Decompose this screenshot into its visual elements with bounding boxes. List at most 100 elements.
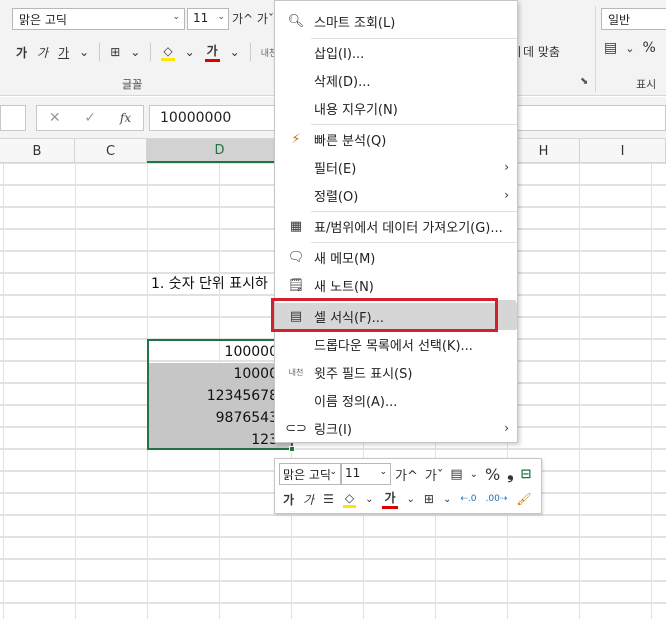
chevron-down-icon: ⌄ [379, 467, 387, 477]
context-menu: 🔍︎ 스마트 조회(L) 삽입(I)... 삭제(D)... 내용 지우기(N)… [274, 0, 518, 443]
font-name-box[interactable]: 맑은 고딕 ⌄ [12, 8, 185, 30]
divider [150, 43, 152, 61]
highlight-annotation-box [271, 298, 498, 332]
merge-center-label[interactable]: ㅔ데 맞춤 [512, 43, 560, 60]
menu-separator [311, 242, 517, 243]
menu-item-filter[interactable]: 필터(E) › [275, 154, 517, 180]
column-header-b[interactable]: B [0, 139, 75, 163]
formula-buttons: ✕ ✓ fx [36, 105, 144, 131]
font-size-box[interactable]: 11 ⌄ [187, 8, 229, 30]
mini-toolbar-row-2: 가 가 ☰ ◇ ⌄ 가 ⌄ ⊞ ⌄ ⇠.0 .00⇢ 🖌︎ [283, 489, 532, 509]
phonetic-icon: 내천 [288, 367, 304, 377]
dialog-launcher-icon[interactable]: ⬊ [580, 76, 588, 87]
menu-item-get-data-from-table[interactable]: ▦ 표/범위에서 데이터 가져오기(G)... [275, 213, 517, 239]
fill-color-icon[interactable]: ◇ [161, 44, 175, 61]
chevron-down-icon[interactable]: ⌄ [365, 494, 373, 505]
chevron-down-icon[interactable]: ⌄ [470, 469, 478, 480]
quick-analysis-icon: ⚡︎ [291, 131, 301, 147]
mini-font-name-box[interactable]: 맑은 고딕 ⌄ [279, 463, 341, 485]
menu-separator [311, 124, 517, 125]
chevron-right-icon: › [504, 188, 509, 202]
italic-button[interactable]: 가 [37, 44, 48, 61]
chevron-down-icon[interactable]: ⌄ [230, 45, 240, 59]
menu-item-link[interactable]: ⊂⊃ 링크(I) › [275, 415, 517, 441]
underline-button[interactable]: 가 [58, 44, 69, 61]
font-format-row: 가 가 가 ⌄ ⊞ ⌄ ◇ ⌄ 가 ⌄ 내천 [16, 42, 277, 62]
chevron-down-icon[interactable]: ⌄ [407, 494, 415, 505]
menu-item-define-name[interactable]: 이름 정의(A)... [275, 387, 517, 413]
percent-button[interactable]: % [485, 465, 500, 484]
mini-font-color-button[interactable]: 가 [382, 489, 398, 509]
grow-shrink-font-icon[interactable]: 가^ 가ˇ [232, 10, 274, 27]
insert-function-icon[interactable]: fx [120, 111, 131, 125]
increase-decimal-icon[interactable]: ⇠.0 [460, 494, 476, 504]
mini-toolbar-row-1: 가^ 가ˇ ▤ ⌄ % ❟ ⊟ [395, 464, 531, 484]
menu-item-new-comment[interactable]: 🗨︎ 새 메모(M) [275, 244, 517, 270]
accounting-format-icon[interactable]: ▤ [450, 467, 462, 482]
menu-separator [311, 211, 517, 212]
font-color-button[interactable]: 가 [204, 42, 220, 62]
format-painter-icon[interactable]: 🖌︎ [516, 492, 531, 506]
shrink-font-button[interactable]: 가ˇ [425, 465, 443, 484]
grow-font-button[interactable]: 가^ [395, 465, 418, 484]
mini-borders-icon[interactable]: ⊞ [424, 492, 434, 506]
currency-icon[interactable]: ▤ [604, 40, 617, 56]
divider [595, 6, 596, 92]
chevron-down-icon[interactable]: ⌄ [130, 45, 140, 59]
chevron-down-icon[interactable]: ⌄ [625, 42, 634, 55]
table-icon: ▦ [289, 218, 303, 234]
value-cell[interactable]: 12345678 [150, 385, 278, 407]
cancel-icon[interactable]: ✕ [49, 110, 61, 126]
chevron-down-icon[interactable]: ⌄ [443, 494, 451, 505]
menu-item-quick-analysis[interactable]: ⚡︎ 빠른 분석(Q) [275, 126, 517, 152]
menu-item-delete[interactable]: 삭제(D)... [275, 67, 517, 93]
name-box[interactable] [0, 105, 26, 131]
value-cell[interactable]: 9876543 [150, 407, 278, 429]
number-format-box[interactable]: 일반 [601, 8, 666, 30]
bold-button[interactable]: 가 [16, 44, 27, 61]
align-center-icon[interactable]: ☰ [323, 492, 334, 506]
column-header-c[interactable]: C [75, 139, 147, 163]
divider [249, 43, 251, 61]
merge-center-icon[interactable]: ⊟ [521, 467, 532, 482]
value-cell[interactable]: 10000 [150, 363, 278, 385]
font-size-value: 11 [193, 11, 209, 25]
chevron-down-icon[interactable]: ⌄ [79, 45, 89, 59]
column-header-d[interactable]: D [147, 139, 293, 163]
number-group-label: 표시 [636, 78, 657, 91]
mini-fill-color-icon[interactable]: ◇ [342, 491, 357, 508]
fill-handle[interactable] [289, 446, 295, 452]
link-icon: ⊂⊃ [285, 420, 307, 436]
number-format-value: 일반 [608, 13, 631, 27]
menu-item-show-phonetic[interactable]: 내천 윗주 필드 표시(S) [275, 359, 517, 385]
menu-item-clear-contents[interactable]: 내용 지우기(N) [275, 95, 517, 121]
menu-item-insert[interactable]: 삽입(I)... [275, 39, 517, 65]
decrease-decimal-icon[interactable]: .00⇢ [486, 494, 508, 504]
enter-icon[interactable]: ✓ [84, 110, 96, 126]
menu-item-pick-from-dropdown[interactable]: 드롭다운 목록에서 선택(K)... [275, 331, 517, 357]
mini-bold-button[interactable]: 가 [283, 491, 294, 508]
borders-icon[interactable]: ⊞ [110, 45, 120, 59]
value-cell[interactable]: 100000 [150, 341, 278, 363]
font-group-label: 글꼴 [122, 78, 143, 91]
menu-item-sort[interactable]: 정렬(O) › [275, 182, 517, 208]
column-header-h[interactable]: H [508, 139, 580, 163]
menu-item-smart-lookup[interactable]: 🔍︎ 스마트 조회(L) [275, 8, 517, 34]
chevron-down-icon: ⌄ [172, 12, 180, 22]
mini-italic-button[interactable]: 가 [303, 491, 314, 508]
number-format-icons: ▤ ⌄ % [604, 40, 656, 56]
new-note-icon: 🗒︎ [287, 277, 305, 293]
column-header-i[interactable]: I [580, 139, 666, 163]
chevron-down-icon: ⌄ [329, 467, 337, 477]
sheet-title-cell[interactable]: 1. 숫자 단위 표시하 [151, 273, 268, 293]
chevron-right-icon: › [504, 421, 509, 435]
mini-font-size-box[interactable]: 11 ⌄ [341, 463, 391, 485]
chevron-right-icon: › [504, 160, 509, 174]
menu-item-new-note[interactable]: 🗒︎ 새 노트(N) [275, 272, 517, 298]
mini-toolbar: 맑은 고딕 ⌄ 11 ⌄ 가^ 가ˇ ▤ ⌄ % ❟ ⊟ 가 가 ☰ ◇ ⌄ 가… [274, 458, 542, 514]
new-comment-icon: 🗨︎ [287, 249, 305, 265]
value-cell[interactable]: 123 [150, 429, 278, 451]
percent-icon[interactable]: % [642, 40, 655, 56]
comma-button[interactable]: ❟ [507, 464, 513, 484]
chevron-down-icon[interactable]: ⌄ [185, 45, 195, 59]
